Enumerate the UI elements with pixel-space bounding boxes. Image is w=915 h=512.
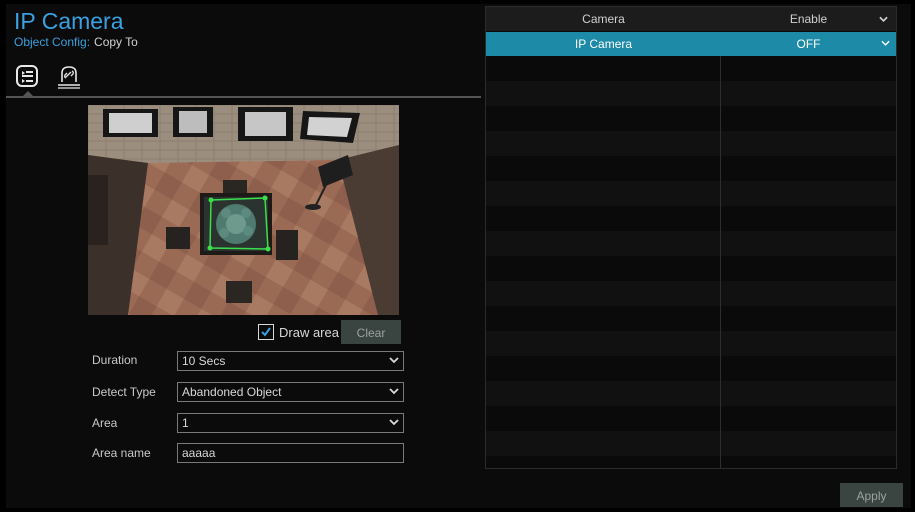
chevron-down-icon (881, 40, 890, 46)
empty-row (486, 256, 896, 281)
draw-area-label: Draw area (279, 324, 339, 340)
area-label: Area (92, 416, 118, 430)
table-row[interactable]: IP Camera OFF (486, 32, 896, 56)
draw-area-toggle[interactable]: Draw area (258, 323, 339, 341)
empty-row (486, 131, 896, 156)
empty-row (486, 206, 896, 231)
empty-row (486, 381, 896, 406)
empty-row (486, 81, 896, 106)
clear-button[interactable]: Clear (341, 320, 401, 344)
column-divider (720, 56, 721, 468)
detect-type-select[interactable]: Abandoned Object (177, 382, 404, 402)
table-header: Camera Enable (486, 7, 896, 31)
empty-row (486, 106, 896, 131)
empty-row (486, 456, 896, 468)
checkmark-icon (261, 327, 271, 337)
active-tab-indicator (22, 91, 34, 97)
apply-button[interactable]: Apply (840, 483, 903, 507)
duration-label: Duration (92, 353, 138, 367)
detect-type-value: Abandoned Object (182, 385, 282, 399)
area-name-value: aaaaa (182, 446, 216, 460)
empty-row (486, 406, 896, 431)
area-select[interactable]: 1 (177, 413, 404, 433)
subnav-object-config[interactable]: Object Config: (14, 35, 90, 49)
empty-row (486, 181, 896, 206)
column-header-camera: Camera (582, 12, 625, 26)
chevron-down-icon (389, 357, 399, 364)
empty-row (486, 431, 896, 456)
tab-divider (6, 96, 481, 98)
breadcrumb: Object Config: Copy To (14, 35, 138, 49)
row-camera-name: IP Camera (574, 37, 633, 51)
column-header-enable[interactable]: Enable (721, 7, 896, 31)
tab-object-settings[interactable] (13, 64, 43, 90)
empty-row (486, 281, 896, 306)
area-value: 1 (182, 416, 189, 430)
area-name-label: Area name (92, 446, 151, 460)
tab-schedule[interactable] (55, 64, 85, 90)
camera-table: Camera Enable IP Camera OFF (485, 6, 897, 469)
row-enable-select[interactable]: OFF (721, 32, 896, 56)
row-enable-value: OFF (796, 37, 821, 51)
empty-row (486, 331, 896, 356)
duration-select[interactable]: 10 Secs (177, 351, 404, 371)
camera-preview[interactable] (88, 105, 399, 315)
empty-row (486, 306, 896, 331)
draw-area-checkbox[interactable] (258, 324, 274, 340)
subnav-copy-to[interactable]: Copy To (94, 35, 138, 49)
area-name-input[interactable]: aaaaa (177, 443, 404, 463)
chevron-down-icon (389, 419, 399, 426)
schedule-link-icon (58, 66, 80, 89)
page-title: IP Camera (14, 8, 124, 34)
chevron-down-icon (389, 388, 399, 395)
empty-row (486, 156, 896, 181)
empty-row (486, 231, 896, 256)
column-header-enable-label: Enable (789, 12, 828, 26)
camera-snapshot-image (88, 105, 399, 315)
empty-row (486, 56, 896, 81)
duration-value: 10 Secs (182, 354, 226, 368)
list-settings-icon (16, 65, 38, 87)
detect-type-label: Detect Type (92, 385, 156, 399)
empty-row (486, 356, 896, 381)
chevron-down-icon (879, 16, 888, 22)
